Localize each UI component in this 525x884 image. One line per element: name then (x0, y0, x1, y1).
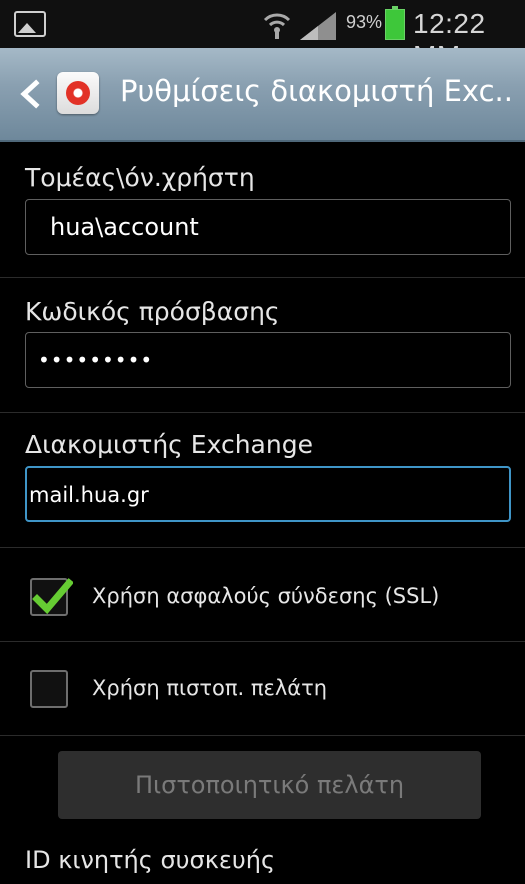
battery-icon (385, 6, 405, 40)
signal-icon (300, 12, 336, 40)
ssl-checkbox-label: Χρήση ασφαλούς σύνδεσης (SSL) (92, 584, 440, 608)
password-input[interactable]: ••••••••• (25, 332, 511, 388)
action-bar: Ρυθμίσεις διακομιστή Exc.. (0, 48, 525, 142)
page-title: Ρυθμίσεις διακομιστή Exc.. (120, 74, 513, 108)
client-cert-checkbox[interactable] (30, 670, 68, 708)
domain-user-label: Τομέας\όν.χρήστη (25, 163, 255, 192)
domain-user-input[interactable]: hua\account (25, 199, 511, 255)
device-id-label: ID κινητής συσκευής (25, 846, 276, 874)
email-app-icon (57, 72, 99, 114)
divider (0, 641, 525, 642)
battery-percent: 93% (346, 12, 383, 32)
client-cert-checkbox-label: Χρήση πιστοπ. πελάτη (92, 676, 328, 700)
divider (0, 277, 525, 278)
client-certificate-button[interactable]: Πιστοποιητικό πελάτη (58, 751, 481, 819)
exchange-server-input[interactable]: mail.hua.gr (25, 466, 511, 522)
status-bar: 93% 12:22 MM (0, 0, 525, 71)
back-icon[interactable] (16, 79, 42, 109)
password-label: Κωδικός πρόσβασης (25, 297, 280, 326)
wifi-icon (263, 13, 291, 39)
ssl-checkbox[interactable] (30, 578, 73, 616)
divider (0, 547, 525, 548)
divider (0, 735, 525, 736)
gallery-icon (14, 11, 46, 37)
divider (0, 412, 525, 413)
exchange-server-label: Διακομιστής Exchange (25, 430, 313, 459)
checkmark-icon (32, 578, 73, 615)
